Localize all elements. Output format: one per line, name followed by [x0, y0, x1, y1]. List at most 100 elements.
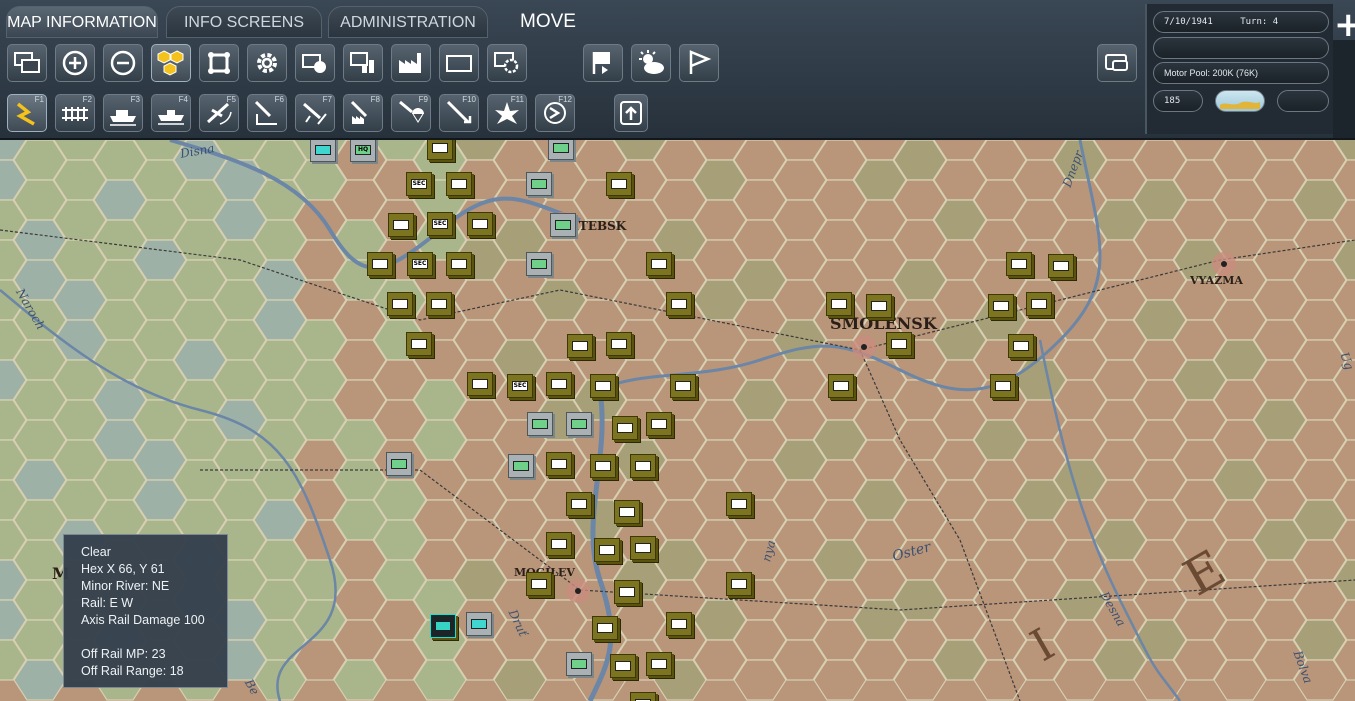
- unit-counter[interactable]: [508, 454, 534, 478]
- unit-counter[interactable]: [367, 252, 393, 276]
- unit-counter[interactable]: [388, 213, 414, 237]
- unit-counter[interactable]: [386, 452, 412, 476]
- flag-button[interactable]: [679, 44, 719, 82]
- ground-move-button[interactable]: F1: [7, 94, 47, 132]
- unit-counter[interactable]: [546, 452, 572, 476]
- unit-counter[interactable]: [826, 292, 852, 316]
- unit-frame-button[interactable]: [199, 44, 239, 82]
- air-supply-button[interactable]: F8: [343, 94, 383, 132]
- supply-flag-button[interactable]: [583, 44, 623, 82]
- strategic-map[interactable]: VITEBSK SMOLENSK VYAZMA MOGILEV M Disna …: [0, 140, 1355, 701]
- unit-counter[interactable]: [446, 172, 472, 196]
- unit-counter[interactable]: [828, 374, 854, 398]
- unit-counter[interactable]: [1008, 334, 1034, 358]
- unit-counter[interactable]: [387, 292, 413, 316]
- window-toggle-button[interactable]: [1097, 44, 1137, 82]
- unit-counter[interactable]: [526, 172, 552, 196]
- air-recon-button[interactable]: F5: [199, 94, 239, 132]
- unit-counter[interactable]: [406, 332, 432, 356]
- unit-strength-button[interactable]: [343, 44, 383, 82]
- end-move-button[interactable]: F12: [535, 94, 575, 132]
- unit-counter[interactable]: [670, 374, 696, 398]
- air-interdiction-button[interactable]: F10: [439, 94, 479, 132]
- factory-button[interactable]: [391, 44, 431, 82]
- tab-info-screens[interactable]: INFO SCREENS: [166, 6, 322, 38]
- naval-transport-button[interactable]: F3: [103, 94, 143, 132]
- unit-counter[interactable]: [446, 252, 472, 276]
- amphibious-button[interactable]: F4: [151, 94, 191, 132]
- hex-grid-button[interactable]: [151, 44, 191, 82]
- unit-counter[interactable]: [606, 332, 632, 356]
- unit-counter[interactable]: [590, 454, 616, 478]
- unit-counter[interactable]: [526, 572, 552, 596]
- hex-grid-icon: [157, 50, 184, 76]
- unit-counter[interactable]: [1026, 292, 1052, 316]
- unit-counter[interactable]: [646, 412, 672, 436]
- paradrop-button[interactable]: F9: [391, 94, 431, 132]
- unit-counter[interactable]: [566, 652, 592, 676]
- unit-counter[interactable]: [546, 372, 572, 396]
- unit-counter[interactable]: [666, 292, 692, 316]
- unit-counter[interactable]: [566, 492, 592, 516]
- unit-counter[interactable]: [1006, 252, 1032, 276]
- unit-counter[interactable]: [566, 412, 592, 436]
- air-ground-button[interactable]: F7: [295, 94, 335, 132]
- unit-counter[interactable]: [592, 616, 618, 640]
- selected-unit-counter[interactable]: [430, 614, 456, 638]
- unit-counter[interactable]: [427, 140, 453, 160]
- unit-counter[interactable]: [630, 454, 656, 478]
- unit-counter[interactable]: [546, 532, 572, 556]
- unit-counter[interactable]: [666, 612, 692, 636]
- unit-counter[interactable]: [866, 294, 892, 318]
- unit-counter-sec[interactable]: SEC: [507, 374, 533, 398]
- unit-display-button[interactable]: [295, 44, 335, 82]
- zoom-out-button[interactable]: [103, 44, 143, 82]
- upload-button[interactable]: [614, 94, 648, 132]
- unit-counter[interactable]: [548, 140, 574, 160]
- stack-windows-button[interactable]: [7, 44, 47, 82]
- unit-counter[interactable]: [990, 374, 1016, 398]
- unit-counter[interactable]: [527, 412, 553, 436]
- unit-counter[interactable]: [646, 652, 672, 676]
- unit-counter-hq[interactable]: HQ: [350, 140, 376, 162]
- unit-counter[interactable]: [988, 294, 1014, 318]
- weather-button[interactable]: [631, 44, 671, 82]
- unit-counter[interactable]: [614, 580, 640, 604]
- zoom-in-button[interactable]: [55, 44, 95, 82]
- unit-counter[interactable]: [630, 536, 656, 560]
- unit-counter[interactable]: [310, 140, 336, 162]
- unit-counter[interactable]: [467, 372, 493, 396]
- unit-counter[interactable]: [726, 572, 752, 596]
- unit-counter[interactable]: [426, 292, 452, 316]
- unit-counter[interactable]: [886, 332, 912, 356]
- side-scroll-strip[interactable]: [1333, 40, 1355, 138]
- settings-button[interactable]: [247, 44, 287, 82]
- unit-counter[interactable]: [726, 492, 752, 516]
- rail-move-button[interactable]: F2: [55, 94, 95, 132]
- unit-counter[interactable]: [606, 172, 632, 196]
- tab-map-information[interactable]: MAP INFORMATION: [6, 6, 158, 38]
- unit-counter-sec[interactable]: SEC: [427, 212, 453, 236]
- unit-counter[interactable]: [590, 374, 616, 398]
- unit-counter-sec[interactable]: SEC: [407, 252, 433, 276]
- unit-counter[interactable]: [612, 416, 638, 440]
- unit-counter[interactable]: [630, 692, 656, 701]
- unit-counter[interactable]: [1048, 254, 1074, 278]
- hq-gear-button[interactable]: [487, 44, 527, 82]
- empty-box-button[interactable]: [439, 44, 479, 82]
- unit-counter[interactable]: [550, 213, 576, 237]
- unit-counter-sec[interactable]: SEC: [406, 172, 432, 196]
- unit-counter[interactable]: [567, 334, 593, 358]
- unit-counter[interactable]: [614, 500, 640, 524]
- bombing-button[interactable]: F11: [487, 94, 527, 132]
- weather-clear-icon: [1220, 101, 1260, 109]
- expand-plus-icon[interactable]: +: [1334, 8, 1355, 48]
- tab-administration[interactable]: ADMINISTRATION: [328, 6, 488, 38]
- unit-counter[interactable]: [526, 252, 552, 276]
- unit-counter[interactable]: [646, 252, 672, 276]
- unit-counter[interactable]: [610, 654, 636, 678]
- air-transfer-button[interactable]: F6: [247, 94, 287, 132]
- unit-counter[interactable]: [467, 212, 493, 236]
- unit-counter[interactable]: [594, 538, 620, 562]
- unit-counter[interactable]: [466, 612, 492, 636]
